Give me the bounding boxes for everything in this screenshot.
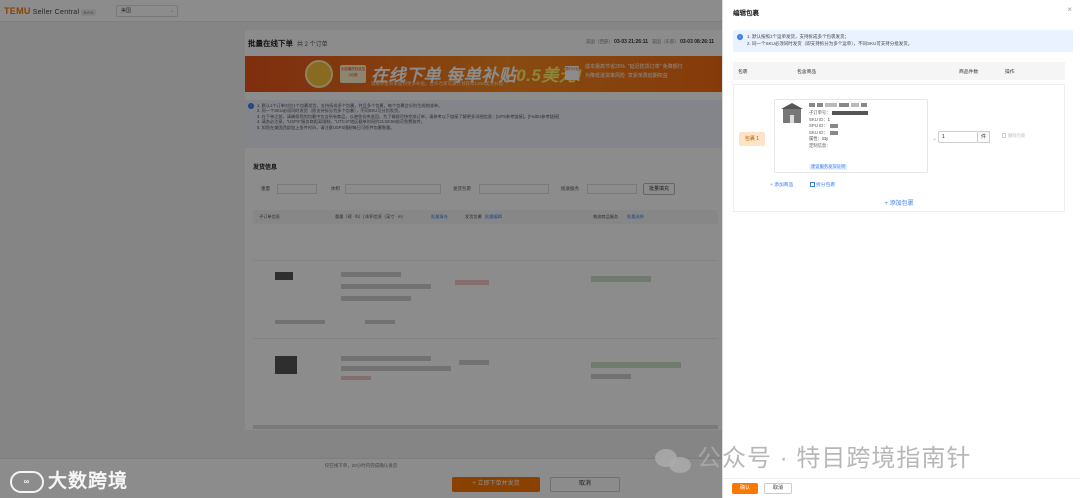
split-package-button[interactable]: 拆分包裹 (810, 181, 835, 188)
sku-details: 子订单号： SKU ID：1 SPU ID： SKU ID： 属性：Sty 定制… (809, 110, 869, 150)
package-table-header: 包裹 包含商品 商品件数 操作 (733, 62, 1065, 80)
edit-package-drawer: 编辑包裹 × i 1. 默认按照1个运单发货，支持拆成多个包裹发货； 2. 同一… (722, 0, 1080, 498)
trash-icon (1002, 133, 1006, 139)
shipping-proof-link[interactable]: 建议服务发货证明 (809, 164, 848, 170)
drawer-footer: 确认 取消 (723, 478, 1080, 498)
package-label: 包裹 1 (739, 132, 765, 146)
info-icon: i (737, 34, 743, 40)
close-icon[interactable]: × (1067, 5, 1072, 14)
add-product-button[interactable]: + 添加商品 (770, 181, 793, 188)
drawer-tip: i 1. 默认按照1个运单发货，支持拆成多个包裹发货； 2. 同一个SKU必须同… (733, 30, 1073, 52)
sku-card[interactable]: 子订单号： SKU ID：1 SPU ID： SKU ID： 属性：Sty 定制… (774, 99, 928, 173)
quantity-input[interactable]: 1 (938, 131, 978, 143)
watermark-left: ∞ 大数跨境 (10, 466, 128, 493)
confirm-button[interactable]: 确认 (732, 483, 758, 494)
modal-overlay[interactable] (0, 0, 722, 498)
quantity-unit: 件 (978, 131, 990, 143)
add-package-button[interactable]: + 添加包裹 (733, 198, 1065, 207)
brand-mark-icon: ∞ (10, 470, 44, 493)
sku-title-redacted (809, 103, 909, 107)
product-thumbnail (781, 103, 803, 125)
drawer-title: 编辑包裹 (733, 10, 759, 17)
wechat-icon (655, 447, 691, 473)
split-icon (810, 182, 815, 188)
chevron-down-icon[interactable]: ⌄ (932, 135, 937, 142)
cancel-button[interactable]: 取消 (764, 483, 792, 494)
watermark-right: 公众号 · 特目跨境指南针 (655, 438, 971, 473)
package-row: 包裹 1 子订单号： SKU ID：1 SPU ID： SKU ID： 属性：S… (733, 84, 1065, 212)
delete-package-button[interactable]: 删除包裹 (1002, 133, 1025, 139)
